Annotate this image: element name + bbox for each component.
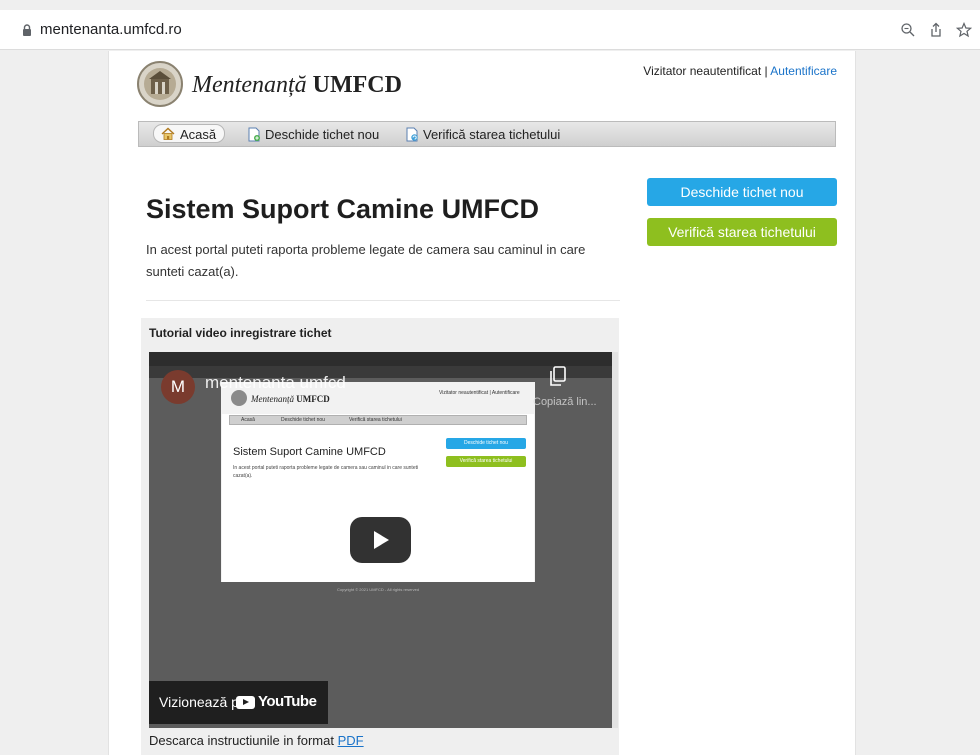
user-status-bar: Vizitator neautentificat | Autentificare — [643, 64, 837, 78]
brand-italic: Mentenanță — [192, 72, 307, 98]
brand-bold: UMFCD — [312, 72, 402, 98]
play-button[interactable] — [350, 517, 411, 563]
nav-item-home[interactable]: Acasă — [153, 124, 226, 143]
video-nav-item: Acasă — [241, 417, 255, 423]
pdf-link[interactable]: PDF — [338, 733, 364, 748]
nav-item-check-status[interactable]: Verifică starea tichetului — [401, 125, 560, 144]
main-nav: Acasă Deschide tichet nou Verifică stare… — [138, 121, 836, 147]
youtube-embed[interactable]: Mentenanță UMFCD Vizitator neautentifica… — [149, 352, 612, 728]
video-user-bar: Vizitator neautentificat | Autentificare — [439, 390, 520, 396]
separator: | — [764, 64, 768, 78]
video-page-title: Sistem Suport Camine UMFCD — [233, 446, 386, 458]
youtube-play-icon — [236, 696, 255, 709]
video-page-intro: In acest portal puteti raporta probleme … — [233, 465, 419, 479]
page-title: Sistem Suport Camine UMFCD — [146, 194, 540, 224]
check-status-button[interactable]: Verifică starea tichetului — [647, 218, 837, 246]
login-link[interactable]: Autentificare — [770, 64, 837, 78]
tutorial-scrollbar[interactable] — [612, 352, 618, 728]
nav-label: Verifică starea tichetului — [423, 127, 561, 142]
video-brand-bold: UMFCD — [296, 394, 330, 404]
browser-address-bar: mentenanta.umfcd.ro — [0, 10, 980, 50]
video-brand-italic: Mentenanță — [251, 394, 294, 404]
zoom-icon[interactable] — [900, 22, 916, 38]
video-brand: Mentenanță UMFCD — [251, 394, 330, 404]
watch-on-youtube-button[interactable]: Vizionează pe YouTube — [149, 681, 328, 724]
video-check-status-button: Verifică starea tichetului — [446, 456, 526, 467]
nav-item-open-ticket[interactable]: Deschide tichet nou — [243, 125, 379, 144]
share-icon[interactable] — [928, 22, 944, 38]
nav-label: Deschide tichet nou — [265, 127, 380, 142]
youtube-logo-label: YouTube — [258, 693, 317, 710]
pdf-download-line: Descarca instructiunile in format PDF — [149, 733, 364, 748]
intro-text: In acest portal puteti raporta probleme … — [146, 242, 586, 279]
bookmark-star-icon[interactable] — [956, 22, 972, 38]
umfcd-logo-icon[interactable] — [136, 60, 184, 108]
url-text[interactable]: mentenanta.umfcd.ro — [40, 21, 182, 38]
copy-link-label[interactable]: Copiază lin... — [533, 396, 597, 408]
site-brand[interactable]: Mentenanță UMFCD — [192, 72, 402, 99]
video-nav-item: Deschide tichet nou — [281, 417, 325, 423]
home-icon — [161, 127, 175, 140]
channel-avatar[interactable]: M — [161, 370, 195, 404]
pdf-prefix: Descarca instructiunile in format — [149, 733, 334, 748]
open-ticket-button[interactable]: Deschide tichet nou — [647, 178, 837, 206]
nav-label: Acasă — [180, 127, 217, 142]
channel-name[interactable]: mentenanta umfcd — [205, 373, 346, 393]
divider — [146, 300, 620, 301]
visitor-status: Vizitator neautentificat — [643, 64, 762, 78]
video-open-ticket-button: Deschide tichet nou — [446, 438, 526, 449]
video-browser-tabs — [149, 352, 612, 366]
copy-link-icon[interactable] — [549, 366, 567, 388]
video-copyright: Copyright © 2021 UMFCD - All rights rese… — [337, 587, 420, 592]
tutorial-title: Tutorial video inregistrare tichet — [149, 326, 332, 340]
new-document-icon — [248, 127, 260, 142]
watch-on-label: Vizionează pe — [159, 694, 247, 710]
video-nav-item: Verifică starea tichetului — [349, 417, 402, 423]
document-refresh-icon — [406, 127, 418, 142]
lock-icon — [23, 24, 31, 36]
